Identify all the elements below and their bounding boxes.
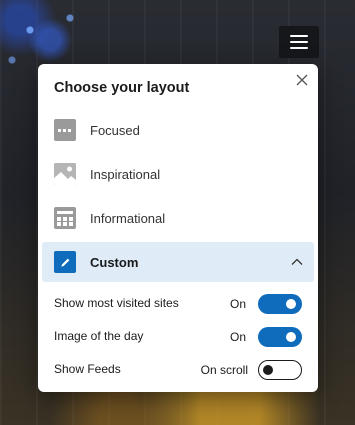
show-feeds-toggle[interactable] — [258, 360, 302, 380]
image-of-day-toggle[interactable] — [258, 327, 302, 347]
layout-option-label: Informational — [90, 210, 166, 226]
setting-value: On — [229, 297, 246, 311]
hamburger-icon — [290, 35, 308, 49]
layout-option-custom[interactable]: Custom — [42, 242, 314, 282]
setting-row-image-of-day: Image of the day On — [54, 326, 302, 348]
setting-value: On — [229, 330, 246, 344]
setting-row-most-visited: Show most visited sites On — [54, 293, 302, 315]
setting-label: Image of the day — [54, 329, 144, 343]
layout-option-label: Inspirational — [90, 166, 161, 182]
layout-option-focused[interactable]: Focused — [42, 110, 314, 150]
most-visited-toggle[interactable] — [258, 294, 302, 314]
layout-panel: Choose your layout Focused Inspirational… — [38, 64, 318, 392]
setting-label: Show most visited sites — [54, 296, 179, 310]
setting-row-show-feeds: Show Feeds On scroll — [54, 359, 302, 381]
setting-label: Show Feeds — [54, 362, 121, 376]
chevron-up-icon[interactable] — [290, 255, 304, 269]
layout-option-label: Focused — [90, 122, 140, 138]
layout-option-inspirational[interactable]: Inspirational — [42, 154, 314, 194]
image-layout-icon — [54, 163, 76, 185]
layout-option-label: Custom — [90, 254, 139, 270]
info-layout-icon — [54, 207, 76, 229]
panel-title: Choose your layout — [54, 80, 190, 96]
setting-value: On scroll — [200, 363, 248, 377]
hamburger-menu-button[interactable] — [279, 26, 319, 58]
layout-option-informational[interactable]: Informational — [42, 198, 314, 238]
pencil-icon — [54, 251, 76, 273]
focused-layout-icon — [54, 119, 76, 141]
close-icon[interactable] — [294, 72, 310, 88]
